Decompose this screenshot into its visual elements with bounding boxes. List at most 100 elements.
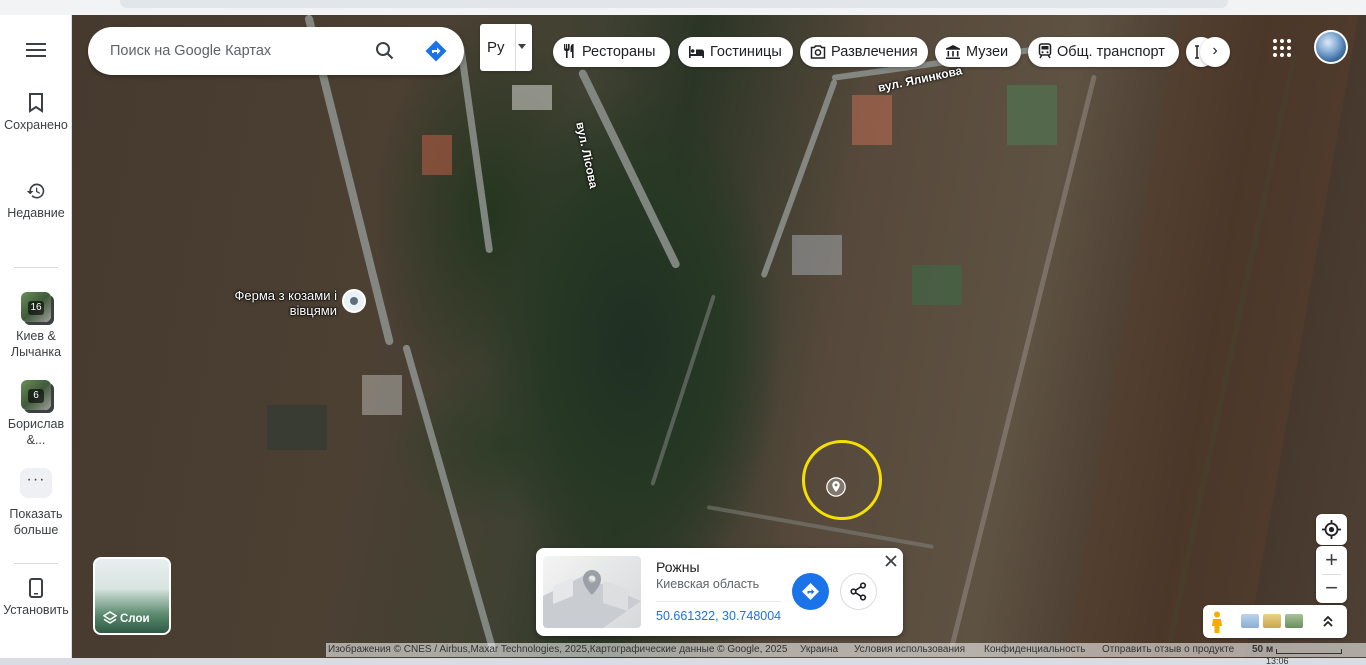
place-thumbnail[interactable] bbox=[543, 556, 641, 628]
building bbox=[512, 85, 552, 110]
scale-bar bbox=[1276, 649, 1342, 654]
building bbox=[852, 95, 892, 145]
street-label-lisova: вул. Лісова bbox=[573, 120, 601, 190]
layers-label-wrap: Слои bbox=[102, 611, 150, 625]
attribution-bar: Изображения © CNES / Airbus,Maxar Techno… bbox=[326, 643, 1366, 657]
dropped-pin-icon[interactable] bbox=[826, 477, 846, 497]
expand-up-icon[interactable] bbox=[1321, 614, 1335, 628]
layers-button[interactable]: Слои bbox=[93, 557, 171, 635]
terrain-thumbnail[interactable] bbox=[1241, 614, 1259, 628]
history-icon bbox=[26, 183, 45, 199]
chip-label: Рестораны bbox=[582, 44, 656, 60]
pegman-icon[interactable] bbox=[1210, 611, 1224, 633]
feedback-link[interactable]: Отправить отзыв о продукте bbox=[1102, 643, 1234, 657]
train-icon bbox=[1038, 43, 1052, 59]
rail-divider bbox=[14, 563, 58, 564]
search-input[interactable] bbox=[110, 41, 360, 61]
museum-icon bbox=[946, 45, 960, 59]
list-thumbnail: 6 bbox=[21, 380, 51, 410]
recent-label: Недавние bbox=[7, 206, 65, 220]
building bbox=[422, 135, 452, 175]
scale-label[interactable]: 50 м bbox=[1252, 643, 1273, 657]
chip-restaurants[interactable]: Рестораны bbox=[553, 37, 670, 67]
saved-list-item[interactable]: 16 Киев & Лычанка bbox=[0, 292, 72, 360]
place-illustration-icon bbox=[543, 570, 641, 628]
chip-label: Гостиницы bbox=[710, 44, 782, 60]
chip-museums[interactable]: Музеи bbox=[935, 37, 1021, 67]
google-maps-app: вул. Лісова вул. Ялинкова Ферма з козами… bbox=[0, 0, 1366, 665]
field bbox=[912, 265, 962, 305]
browser-toolbar bbox=[0, 0, 1366, 15]
select-divider bbox=[515, 24, 516, 71]
close-icon[interactable] bbox=[882, 552, 900, 570]
menu-button[interactable] bbox=[0, 41, 72, 63]
place-name: Рожны bbox=[656, 559, 700, 575]
address-bar[interactable] bbox=[120, 0, 1228, 8]
saved-list-item[interactable]: 6 Борислав &... bbox=[0, 380, 72, 448]
place-card[interactable]: Рожны Киевская область 50.661322, 30.748… bbox=[536, 548, 903, 636]
chip-label: Музеи bbox=[966, 44, 1009, 60]
chip-hotels[interactable]: Гостиницы bbox=[678, 37, 793, 67]
road bbox=[457, 44, 494, 254]
chip-label: Общ. транспорт bbox=[1057, 44, 1165, 60]
privacy-link[interactable]: Конфиденциальность bbox=[984, 643, 1085, 657]
os-taskbar: 13:06 bbox=[0, 656, 1366, 665]
share-icon bbox=[850, 582, 867, 601]
list-count: 6 bbox=[28, 389, 44, 403]
caret-down-icon bbox=[518, 44, 526, 49]
satellite-thumbnail[interactable] bbox=[1285, 614, 1303, 628]
phone-icon bbox=[29, 578, 43, 598]
directions-icon bbox=[802, 583, 819, 600]
recent-button[interactable]: Недавние bbox=[0, 181, 72, 221]
chips-next-button[interactable]: › bbox=[1200, 37, 1230, 67]
zoom-controls: + − bbox=[1316, 546, 1347, 603]
install-app-button[interactable]: Установить bbox=[0, 578, 72, 618]
more-icon: ··· bbox=[20, 468, 52, 498]
left-rail: Сохранено Недавние 16 Киев & Лычанка 6 Б… bbox=[0, 15, 72, 658]
chip-entertainment[interactable]: Развлечения bbox=[800, 37, 928, 67]
poi-label-goat-farm[interactable]: Ферма з козами і вівцями bbox=[222, 288, 337, 318]
poi-name: Ферма з козами і вівцями bbox=[234, 288, 337, 318]
place-coordinates[interactable]: 50.661322, 30.748004 bbox=[656, 609, 781, 623]
card-divider bbox=[656, 601, 781, 602]
saved-button[interactable]: Сохранено bbox=[0, 93, 72, 133]
field bbox=[1007, 85, 1057, 145]
terms-link[interactable]: Условия использования bbox=[854, 643, 965, 657]
list-label: Киев & Лычанка bbox=[10, 329, 62, 359]
apps-grid-icon[interactable] bbox=[1272, 38, 1292, 58]
language-value: Ру bbox=[487, 39, 505, 56]
install-label: Установить bbox=[3, 603, 69, 617]
show-more-label: Показать больше bbox=[9, 507, 63, 537]
layers-icon bbox=[102, 611, 118, 624]
country-link[interactable]: Украина bbox=[800, 643, 838, 657]
directions-icon[interactable] bbox=[424, 39, 448, 63]
rail-divider bbox=[14, 267, 58, 268]
list-label: Борислав &... bbox=[7, 417, 65, 447]
card-share-button[interactable] bbox=[840, 573, 877, 610]
imagery-credit: Изображения © CNES / Airbus,Maxar Techno… bbox=[328, 644, 788, 655]
pond bbox=[267, 405, 327, 450]
list-count: 16 bbox=[28, 301, 44, 315]
search-icon[interactable] bbox=[373, 39, 397, 63]
place-region: Киевская область bbox=[656, 577, 760, 591]
show-more-button[interactable]: ··· Показать больше bbox=[0, 468, 72, 538]
taskbar-clock: 13:06 bbox=[1266, 656, 1289, 665]
language-select[interactable]: Ру bbox=[480, 24, 532, 71]
chip-label: Развлечения bbox=[831, 44, 918, 60]
zoom-out-button[interactable]: − bbox=[1316, 575, 1347, 601]
layers-label: Слои bbox=[120, 613, 150, 625]
building bbox=[792, 235, 842, 275]
list-thumbnail: 16 bbox=[21, 292, 51, 322]
road bbox=[402, 344, 498, 654]
road bbox=[949, 74, 1097, 649]
field bbox=[1065, 15, 1359, 658]
chip-transit[interactable]: Общ. транспорт bbox=[1028, 37, 1179, 67]
account-avatar[interactable] bbox=[1314, 30, 1348, 64]
zoom-in-button[interactable]: + bbox=[1316, 547, 1347, 573]
traffic-thumbnail[interactable] bbox=[1263, 614, 1281, 628]
chevron-right-icon: › bbox=[1212, 42, 1218, 59]
poi-pin-icon[interactable] bbox=[342, 289, 366, 313]
my-location-button[interactable] bbox=[1316, 514, 1347, 545]
card-directions-button[interactable] bbox=[792, 573, 829, 610]
fork-knife-icon bbox=[564, 44, 574, 58]
